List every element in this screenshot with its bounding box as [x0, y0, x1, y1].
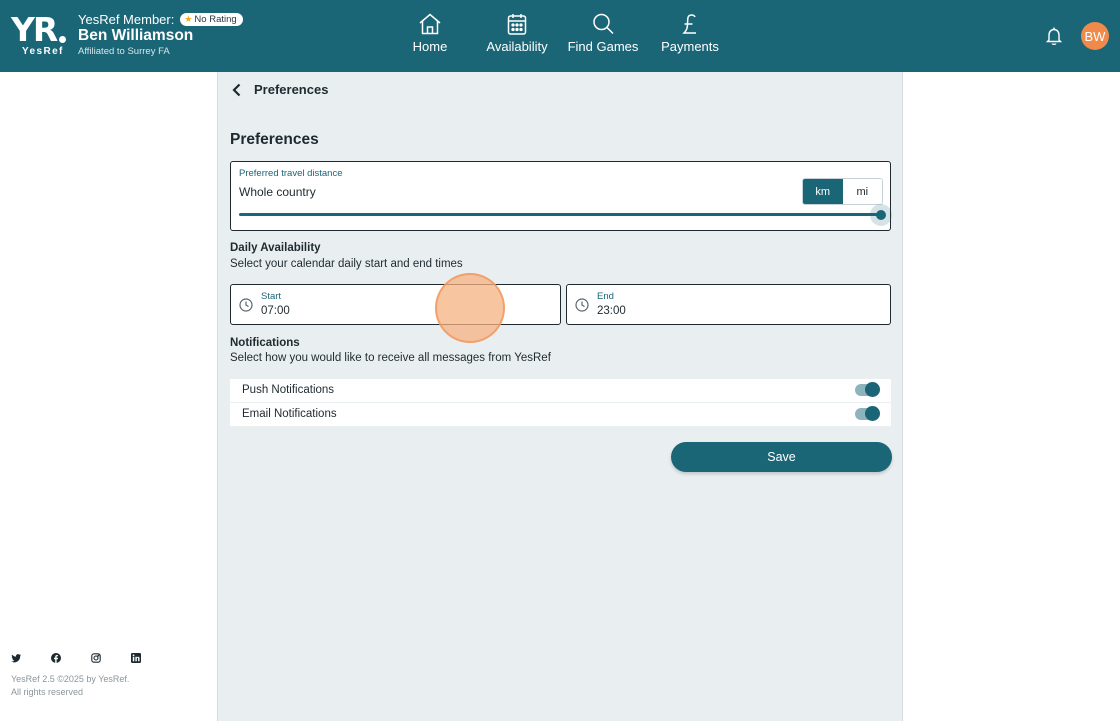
- travel-distance-label: Preferred travel distance: [239, 168, 343, 179]
- email-notifications-row: Email Notifications: [230, 403, 891, 426]
- footer-copyright: YesRef 2.5 ©2025 by YesRef. All rights r…: [11, 673, 129, 699]
- twitter-icon[interactable]: [11, 653, 21, 663]
- end-time-value: 23:00: [597, 305, 626, 317]
- rating-badge-text: No Rating: [194, 14, 237, 25]
- bell-icon[interactable]: [1045, 26, 1063, 46]
- logo-subtext: YesRef: [22, 46, 64, 57]
- slider-thumb[interactable]: [876, 210, 886, 220]
- member-line: YesRef Member: ★ No Rating: [78, 12, 243, 27]
- calendar-icon: [507, 14, 527, 35]
- notifications-title: Notifications: [230, 337, 300, 349]
- instagram-icon[interactable]: [91, 653, 101, 663]
- daily-availability-description: Select your calendar daily start and end…: [230, 258, 463, 270]
- clock-icon: [239, 298, 253, 312]
- footer-rights-line: All rights reserved: [11, 687, 84, 697]
- search-icon: [593, 13, 614, 35]
- notifications-description: Select how you would like to receive all…: [230, 352, 551, 364]
- star-icon: ★: [184, 14, 193, 24]
- footer-version-line: YesRef 2.5 ©2025 by YesRef.: [11, 674, 130, 684]
- email-notifications-toggle[interactable]: [855, 406, 880, 421]
- top-header: YR YesRef YesRef Member: ★ No Rating Ben…: [0, 0, 1120, 72]
- preferences-panel: Preferences Preferences Preferred travel…: [217, 72, 903, 721]
- travel-distance-card: Preferred travel distance Whole country …: [230, 161, 892, 231]
- unit-mi-button[interactable]: mi: [842, 179, 882, 204]
- pound-icon: [682, 14, 696, 34]
- start-time-label: Start: [261, 291, 282, 302]
- chevron-left-icon[interactable]: [231, 83, 243, 97]
- start-time-field[interactable]: Start 07:00: [230, 284, 561, 325]
- avatar[interactable]: BW: [1081, 22, 1109, 50]
- push-notifications-row: Push Notifications: [230, 379, 891, 402]
- push-notifications-label: Push Notifications: [242, 384, 335, 396]
- nav-find-games-label: Find Games: [567, 39, 639, 54]
- email-notifications-label: Email Notifications: [242, 408, 337, 420]
- nav-availability[interactable]: Availability: [472, 12, 562, 60]
- rating-badge: ★ No Rating: [180, 13, 243, 26]
- facebook-icon[interactable]: [51, 653, 61, 663]
- logo-mark: YR: [11, 10, 58, 49]
- yesref-logo[interactable]: YR YesRef: [11, 13, 69, 59]
- end-time-field[interactable]: End 23:00: [566, 284, 891, 325]
- nav-availability-label: Availability: [486, 39, 548, 54]
- page-title: Preferences: [230, 131, 319, 148]
- click-indicator: [435, 273, 505, 343]
- push-notifications-toggle[interactable]: [855, 382, 880, 397]
- save-button[interactable]: Save: [671, 442, 892, 472]
- travel-distance-slider[interactable]: [239, 213, 882, 216]
- nav-find-games[interactable]: Find Games: [558, 12, 648, 60]
- member-label: YesRef Member:: [78, 12, 175, 27]
- logo-dot: [59, 36, 66, 43]
- nav-home[interactable]: Home: [385, 12, 475, 60]
- breadcrumb-title: Preferences: [254, 82, 329, 97]
- home-icon: [419, 13, 441, 35]
- linkedin-icon[interactable]: [131, 653, 141, 663]
- start-time-value: 07:00: [261, 305, 290, 317]
- travel-distance-value: Whole country: [239, 185, 316, 199]
- end-time-label: End: [597, 291, 614, 302]
- unit-km-button[interactable]: km: [803, 179, 843, 204]
- nav-home-label: Home: [412, 39, 448, 54]
- nav-payments[interactable]: Payments: [645, 12, 735, 60]
- toggle-knob: [865, 406, 880, 421]
- user-name: Ben Williamson: [78, 27, 194, 44]
- clock-icon: [575, 298, 589, 312]
- toggle-knob: [865, 382, 880, 397]
- daily-availability-title: Daily Availability: [230, 242, 321, 254]
- affiliation: Affiliated to Surrey FA: [78, 46, 170, 57]
- nav-payments-label: Payments: [661, 39, 719, 54]
- unit-toggle: km mi: [802, 178, 883, 205]
